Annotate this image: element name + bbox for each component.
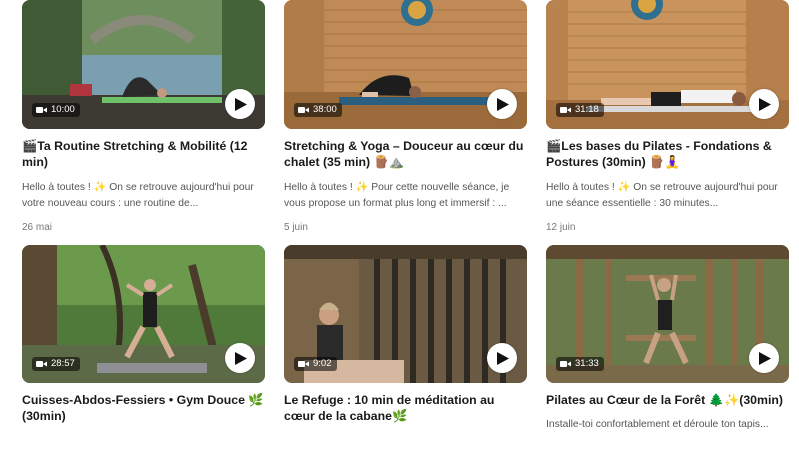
video-thumbnail[interactable]: 28:57 <box>22 245 265 383</box>
duration-text: 31:33 <box>575 358 599 369</box>
play-icon <box>497 97 509 111</box>
video-card-pilates-foret[interactable]: 31:33 Pilates au Cœur de la Forêt 🌲✨(30m… <box>546 245 789 449</box>
video-camera-icon <box>560 107 571 113</box>
duration-badge: 31:33 <box>556 357 604 371</box>
video-camera-icon <box>36 361 47 367</box>
play-icon <box>759 97 771 111</box>
video-grid: 10:00 🎬Ta Routine Stretching & Mobilité … <box>0 0 799 430</box>
video-date: 26 mai <box>22 222 53 233</box>
duration-badge: 28:57 <box>32 357 80 371</box>
video-description: Installe-toi confortablement et déroule … <box>546 419 769 430</box>
video-camera-icon <box>298 361 309 367</box>
play-button[interactable] <box>749 89 779 119</box>
duration-badge: 31:18 <box>556 103 604 117</box>
play-icon <box>235 351 247 365</box>
duration-badge: 9:02 <box>294 357 337 371</box>
video-title[interactable]: Pilates au Cœur de la Forêt 🌲✨(30min) <box>546 392 789 408</box>
duration-text: 10:00 <box>51 104 75 115</box>
play-button[interactable] <box>225 343 255 373</box>
video-card-routine-stretching[interactable]: 10:00 🎬Ta Routine Stretching & Mobilité … <box>22 0 265 235</box>
video-title[interactable]: Stretching & Yoga – Douceur au cœur du c… <box>284 138 527 170</box>
play-button[interactable] <box>225 89 255 119</box>
duration-text: 9:02 <box>313 358 332 369</box>
duration-badge: 10:00 <box>32 103 80 117</box>
play-icon <box>497 351 509 365</box>
video-thumbnail[interactable]: 31:18 <box>546 0 789 129</box>
play-button[interactable] <box>487 343 517 373</box>
video-description: Hello à toutes ! ✨ Pour cette nouvelle s… <box>284 182 510 209</box>
video-camera-icon <box>36 107 47 113</box>
video-description: Hello à toutes ! ✨ On se retrouve aujour… <box>22 182 254 209</box>
play-icon <box>235 97 247 111</box>
video-camera-icon <box>298 107 309 113</box>
video-title[interactable]: Cuisses-Abdos-Fessiers • Gym Douce 🌿 (30… <box>22 392 265 424</box>
video-camera-icon <box>560 361 571 367</box>
play-button[interactable] <box>749 343 779 373</box>
video-title[interactable]: Le Refuge : 10 min de méditation au cœur… <box>284 392 527 424</box>
play-icon <box>759 351 771 365</box>
video-title[interactable]: 🎬Ta Routine Stretching & Mobilité (12 mi… <box>22 138 265 170</box>
video-card-stretching-yoga[interactable]: 38:00 Stretching & Yoga – Douceur au cœu… <box>284 0 527 235</box>
duration-text: 31:18 <box>575 104 599 115</box>
video-card-le-refuge[interactable]: 9:02 Le Refuge : 10 min de méditation au… <box>284 245 527 424</box>
video-thumbnail[interactable]: 10:00 <box>22 0 265 129</box>
duration-text: 28:57 <box>51 358 75 369</box>
duration-badge: 38:00 <box>294 103 342 117</box>
video-thumbnail[interactable]: 9:02 <box>284 245 527 383</box>
video-thumbnail[interactable]: 31:33 <box>546 245 789 383</box>
video-date: 5 juin <box>284 222 308 233</box>
video-title[interactable]: 🎬Les bases du Pilates - Fondations & Pos… <box>546 138 789 170</box>
video-date: 12 juin <box>546 222 576 233</box>
video-card-cuisses-abdos-fessiers[interactable]: 28:57 Cuisses-Abdos-Fessiers • Gym Douce… <box>22 245 265 424</box>
video-description: Hello à toutes ! ✨ On se retrouve aujour… <box>546 182 778 209</box>
video-card-pilates-bases[interactable]: 31:18 🎬Les bases du Pilates - Fondations… <box>546 0 789 235</box>
duration-text: 38:00 <box>313 104 337 115</box>
video-thumbnail[interactable]: 38:00 <box>284 0 527 129</box>
play-button[interactable] <box>487 89 517 119</box>
